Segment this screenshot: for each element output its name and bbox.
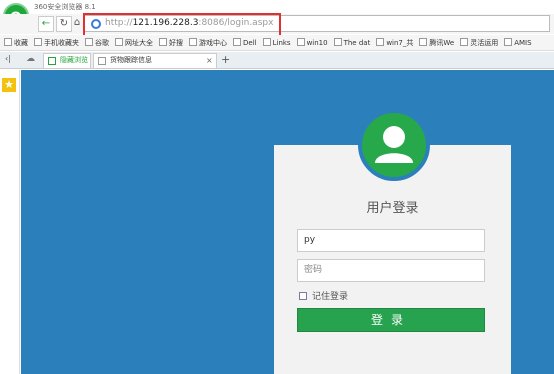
close-tab-icon[interactable]: × [206, 54, 213, 67]
bookmark-item[interactable]: 谷歌 [85, 35, 109, 50]
tab-label: 货物跟踪信息 [110, 56, 152, 64]
tab-private-browsing[interactable]: 隐藏浏览 [43, 53, 91, 68]
bookmark-item[interactable]: AMIS [504, 35, 532, 50]
bookmark-item[interactable]: Links [262, 35, 291, 50]
bookmark-icon [34, 38, 42, 46]
bookmark-label: 游戏中心 [199, 39, 227, 47]
bookmark-icon [262, 38, 271, 46]
bookmark-item[interactable]: win7_共 [376, 35, 414, 50]
bookmark-label: 腾讯We [429, 39, 455, 47]
bookmark-label: Links [272, 39, 291, 47]
bookmark-item[interactable]: The dat [333, 35, 371, 50]
bookmark-item[interactable]: win10 [296, 35, 328, 50]
home-button[interactable]: ⌂ [71, 16, 83, 32]
cloud-icon[interactable]: ☁ [26, 54, 35, 64]
bookmark-item[interactable]: Dell [233, 35, 257, 50]
checkbox-icon[interactable] [299, 292, 307, 300]
remember-label: 记住登录 [312, 292, 349, 302]
new-tab-button[interactable]: + [221, 53, 230, 66]
bookmark-icon [159, 38, 167, 46]
window-title: 360安全浏览器 8.1 [34, 3, 96, 11]
user-avatar-icon [358, 109, 430, 181]
bookmark-label: Dell [243, 39, 257, 47]
bookmark-icon [85, 38, 93, 46]
bookmark-icon [460, 38, 469, 46]
bookmark-icon [333, 38, 342, 46]
bookmark-icon [189, 38, 197, 46]
bookmark-label: The dat [343, 39, 371, 47]
remember-me-checkbox[interactable]: 记住登录 [299, 289, 348, 302]
login-title: 用户登录 [366, 201, 419, 216]
url-highlight-box [83, 13, 281, 37]
bookmark-item[interactable]: 好搜 [159, 35, 183, 50]
bookmark-label: AMIS [514, 39, 532, 47]
bookmark-label: 灵活运用 [470, 39, 499, 47]
bookmark-label: 谷歌 [95, 39, 109, 47]
username-input[interactable]: py [297, 229, 485, 252]
page-content: 用户登录 py 密码 记住登录 登录 [21, 70, 554, 374]
tab-active-page[interactable]: 货物跟踪信息 × [93, 53, 217, 68]
bookmark-icon [504, 38, 513, 46]
sidebar: ★ [0, 70, 20, 374]
bookmark-icon [419, 38, 428, 46]
bookmark-icon [115, 38, 123, 46]
tab-bar: ‹| ☁ 隐藏浏览 货物跟踪信息 × + [0, 52, 554, 69]
bookmark-item[interactable]: 腾讯We [419, 35, 455, 50]
bookmark-label: 网址大全 [125, 39, 153, 47]
password-input[interactable]: 密码 [297, 259, 485, 282]
refresh-button[interactable]: ↻ [56, 16, 72, 32]
private-browsing-icon [48, 57, 56, 65]
back-button[interactable]: ← [38, 16, 54, 32]
bookmark-label: 好搜 [169, 39, 183, 47]
login-button[interactable]: 登录 [297, 308, 485, 332]
sidebar-toggle-icon[interactable]: ‹| [5, 54, 11, 63]
bookmark-icon [296, 38, 305, 46]
bookmark-label: win10 [306, 39, 328, 47]
bookmark-label: 收藏 [14, 39, 28, 47]
bookmarks-bar: 收藏 手机收藏夹 谷歌 网址大全 好搜 游戏中心 Dell Links win10 The dat… [0, 35, 554, 51]
page-icon [98, 57, 106, 65]
bookmark-item[interactable]: 灵活运用 [460, 35, 499, 50]
tab-label: 隐藏浏览 [60, 56, 88, 64]
bookmark-icon [376, 38, 385, 46]
bookmark-item[interactable]: 网址大全 [115, 35, 153, 50]
bookmark-item[interactable]: 手机收藏夹 [34, 35, 79, 50]
favorites-star-icon[interactable]: ★ [2, 78, 16, 92]
bookmark-item[interactable]: 游戏中心 [189, 35, 227, 50]
bookmark-item[interactable]: 收藏 [4, 35, 28, 50]
bookmark-icon [4, 38, 12, 46]
bookmark-label: 手机收藏夹 [44, 39, 79, 47]
title-bar: 360安全浏览器 8.1 [0, 0, 554, 14]
bookmark-label: win7_共 [386, 39, 414, 47]
bookmark-icon [233, 38, 241, 46]
